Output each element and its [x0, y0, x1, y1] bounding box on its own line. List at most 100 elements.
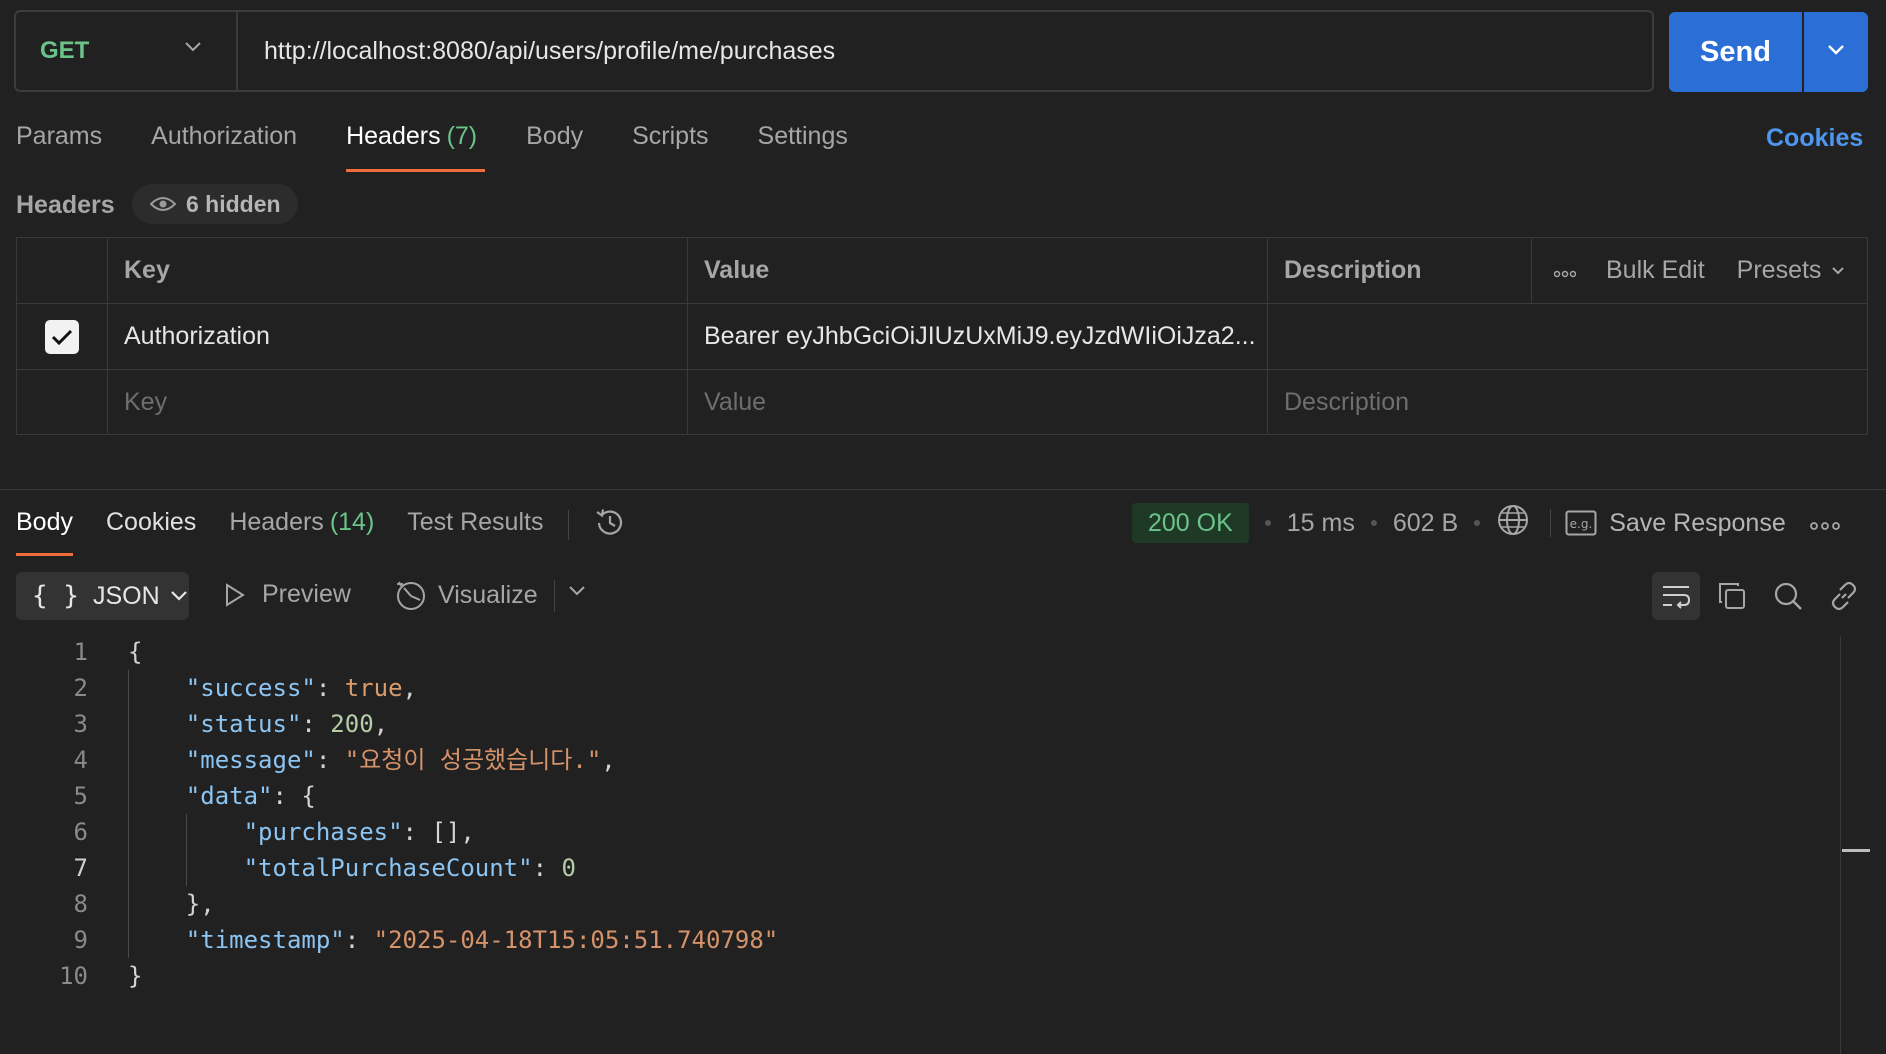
- code-token: :: [315, 746, 345, 774]
- response-tab-test-results[interactable]: Test Results: [407, 508, 543, 556]
- code-token: }: [128, 962, 143, 990]
- save-response-button[interactable]: e.g. Save Response: [1565, 509, 1786, 538]
- table-row-empty: Key Value Description: [17, 370, 1867, 436]
- code-token: "요청이 성공했습니다.": [344, 746, 602, 774]
- search-button[interactable]: [1764, 572, 1812, 620]
- hidden-count: 6 hidden: [186, 190, 281, 217]
- visualize-options-dropdown[interactable]: [568, 584, 586, 602]
- tab-body[interactable]: Body: [526, 122, 583, 172]
- code-line: 4 "message": "요청이 성공했습니다.",: [0, 742, 1840, 778]
- response-time[interactable]: 15 ms: [1287, 509, 1355, 538]
- tab-authorization[interactable]: Authorization: [151, 122, 297, 172]
- presets-label: Presets: [1736, 256, 1822, 284]
- new-key-field[interactable]: Key: [108, 370, 688, 435]
- more-options-icon[interactable]: [1809, 509, 1840, 538]
- response-tab-headers[interactable]: Headers (14): [229, 508, 374, 556]
- code-token: :: [344, 926, 374, 954]
- response-meta: 200 OK 15 ms 602 B e.g. Save Response: [1132, 503, 1840, 543]
- response-tab-body[interactable]: Body: [16, 508, 73, 556]
- more-options-icon[interactable]: [1553, 256, 1577, 285]
- new-description-field[interactable]: Description: [1268, 370, 1868, 435]
- code-token: 0: [561, 854, 576, 882]
- code-line: 8 },: [0, 886, 1840, 922]
- status-badge[interactable]: 200 OK: [1132, 503, 1249, 543]
- code-line: 5 "data": {: [0, 778, 1840, 814]
- response-tab-cookies[interactable]: Cookies: [106, 508, 196, 556]
- tab-scripts[interactable]: Scripts: [632, 122, 708, 172]
- code-line: 2 "success": true,: [0, 670, 1840, 706]
- code-token: true: [344, 674, 403, 702]
- tab-headers[interactable]: Headers (7): [346, 122, 486, 172]
- send-button[interactable]: Send: [1669, 12, 1802, 92]
- copy-icon: [1719, 583, 1745, 609]
- code-text: "success": true,: [128, 670, 417, 706]
- wrap-lines-button[interactable]: [1652, 572, 1700, 620]
- bulk-edit-button[interactable]: Bulk Edit: [1606, 256, 1705, 285]
- tab-label: Params: [16, 122, 103, 150]
- line-number: 1: [73, 638, 88, 666]
- tab-params[interactable]: Params: [16, 122, 102, 172]
- preview-button[interactable]: Preview: [224, 580, 351, 609]
- header-key-field[interactable]: Authorization: [108, 304, 688, 369]
- row-checkbox-cell: [17, 370, 108, 435]
- code-token: {: [128, 638, 143, 666]
- code-token: "success": [185, 674, 316, 702]
- link-button[interactable]: [1820, 572, 1868, 620]
- code-token: ,: [601, 746, 616, 774]
- code-line: 6 "purchases": [],: [0, 814, 1840, 850]
- tab-count: (14): [329, 508, 375, 536]
- line-number: 8: [73, 890, 88, 918]
- code-token: },: [185, 890, 215, 918]
- url-input[interactable]: http://localhost:8080/api/users/profile/…: [264, 12, 835, 90]
- code-token: "message": [185, 746, 316, 774]
- code-text: },: [128, 886, 215, 922]
- method-label: GET: [40, 37, 90, 64]
- cookies-link[interactable]: Cookies: [1766, 124, 1863, 153]
- code-text: "purchases": [],: [128, 814, 475, 850]
- divider: [568, 510, 570, 540]
- code-text: "message": "요청이 성공했습니다.",: [128, 742, 616, 778]
- format-label: JSON: [92, 581, 160, 610]
- chevron-down-icon: [1832, 266, 1845, 274]
- tab-settings[interactable]: Settings: [758, 122, 848, 172]
- response-size[interactable]: 602 B: [1393, 509, 1458, 538]
- table-header-row: Key Value Description Bulk Edit Presets: [17, 238, 1867, 304]
- hidden-headers-toggle[interactable]: 6 hidden: [132, 184, 298, 224]
- code-token: : [],: [402, 818, 475, 846]
- new-value-field[interactable]: Value: [688, 370, 1268, 435]
- code-token: : {: [272, 782, 316, 810]
- search-icon: [1774, 582, 1802, 610]
- svg-text:e.g.: e.g.: [1570, 517, 1593, 531]
- header-enabled-checkbox[interactable]: [45, 319, 79, 354]
- column-description: Description: [1268, 238, 1532, 303]
- presets-dropdown[interactable]: Presets: [1737, 256, 1846, 285]
- copy-button[interactable]: [1708, 572, 1756, 620]
- response-body-editor[interactable]: 1 {2 "success": true, 3 "status": 200, 4 "m…: [0, 634, 1840, 994]
- method-select[interactable]: GET: [16, 12, 238, 90]
- header-value-field[interactable]: Bearer eyJhbGciOiJIUzUxMiJ9.eyJzdWIiOiJz…: [688, 304, 1268, 369]
- code-token: "2025-04-18T15:05:51.740798": [373, 926, 779, 954]
- code-token: "purchases": [243, 818, 403, 846]
- table-actions: Bulk Edit Presets: [1532, 238, 1868, 303]
- indent-guide: [186, 814, 187, 886]
- code-text: "totalPurchaseCount": 0: [128, 850, 576, 886]
- divider: [1550, 509, 1552, 537]
- code-token: "timestamp": [185, 926, 345, 954]
- code-token: :: [315, 674, 345, 702]
- code-token: ,: [373, 710, 389, 738]
- scrollbar-track[interactable]: [1840, 636, 1841, 1054]
- example-icon: e.g.: [1565, 510, 1597, 536]
- send-options-button[interactable]: [1804, 12, 1868, 92]
- row-checkbox-cell: [17, 304, 108, 369]
- header-description-field[interactable]: [1268, 304, 1868, 369]
- format-dropdown[interactable]: { } JSON: [16, 572, 189, 620]
- separator-dot: [1264, 520, 1271, 526]
- code-token: ,: [402, 674, 417, 702]
- link-icon: [1831, 581, 1857, 611]
- globe-icon[interactable]: [1496, 503, 1530, 544]
- visualize-button[interactable]: Visualize: [394, 578, 538, 612]
- history-icon[interactable]: [593, 506, 627, 545]
- line-number: 7: [73, 854, 88, 882]
- code-line: 3 "status": 200,: [0, 706, 1840, 742]
- save-response-label: Save Response: [1609, 508, 1786, 537]
